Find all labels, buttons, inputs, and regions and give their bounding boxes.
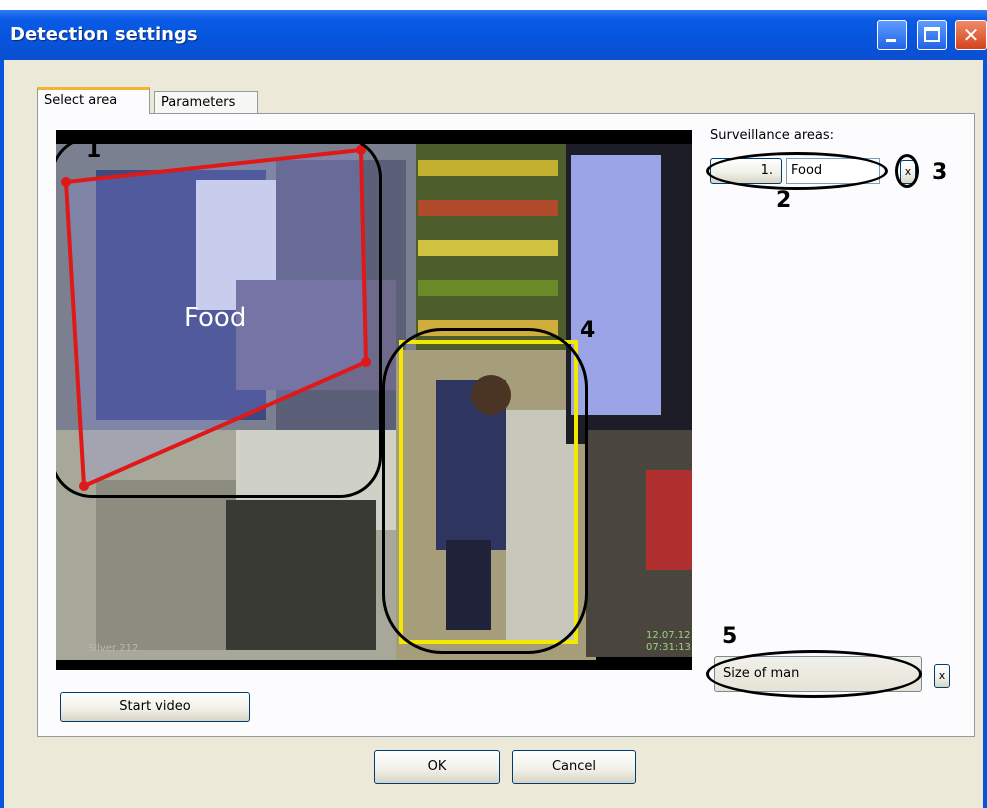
ok-button[interactable]: OK (374, 750, 500, 784)
size-of-man-button[interactable]: Size of man (714, 656, 922, 692)
cancel-button[interactable]: Cancel (512, 750, 636, 784)
surveillance-areas-label: Surveillance areas: (710, 128, 834, 143)
start-video-button[interactable]: Start video (60, 692, 250, 722)
camera-scene: Food Silver 212 12.07.12 07:31:13 (56, 130, 692, 670)
tab-parameters[interactable]: Parameters (154, 91, 258, 113)
area-number-button[interactable]: 1. (710, 158, 782, 184)
camera-label: Silver 212 (88, 643, 138, 654)
dialog-client-area: Select area Parameters Food Silver 212 1… (4, 60, 983, 808)
tab-select-area[interactable]: Select area (37, 87, 150, 114)
callout-1: 1 (86, 138, 102, 163)
callout-5: 5 (722, 624, 738, 649)
camera-video-frame[interactable]: Food Silver 212 12.07.12 07:31:13 1 4 (56, 130, 692, 670)
remove-area-button[interactable]: x (900, 160, 916, 184)
maximize-button[interactable] (917, 20, 947, 50)
callout-3: 3 (932, 160, 948, 185)
select-area-panel: Food Silver 212 12.07.12 07:31:13 1 4 Su… (37, 113, 975, 737)
close-icon: ✕ (962, 23, 980, 47)
maximize-icon (924, 27, 940, 42)
window-title: Detection settings (10, 24, 198, 45)
area-name-overlay: Food (184, 303, 246, 333)
detection-settings-window: Detection settings ✕ Select area Paramet… (0, 10, 987, 808)
timestamp-time: 07:31:13 (646, 642, 691, 653)
area-name-field[interactable]: Food (786, 158, 880, 184)
callout-4: 4 (580, 318, 596, 343)
timestamp-date: 12.07.12 (646, 630, 691, 641)
minimize-button[interactable] (877, 20, 907, 50)
minimize-icon (886, 39, 896, 42)
close-button[interactable]: ✕ (955, 20, 987, 50)
remove-size-of-man-button[interactable]: x (934, 664, 950, 688)
title-bar[interactable]: Detection settings ✕ (0, 10, 987, 60)
callout-2: 2 (776, 188, 792, 213)
